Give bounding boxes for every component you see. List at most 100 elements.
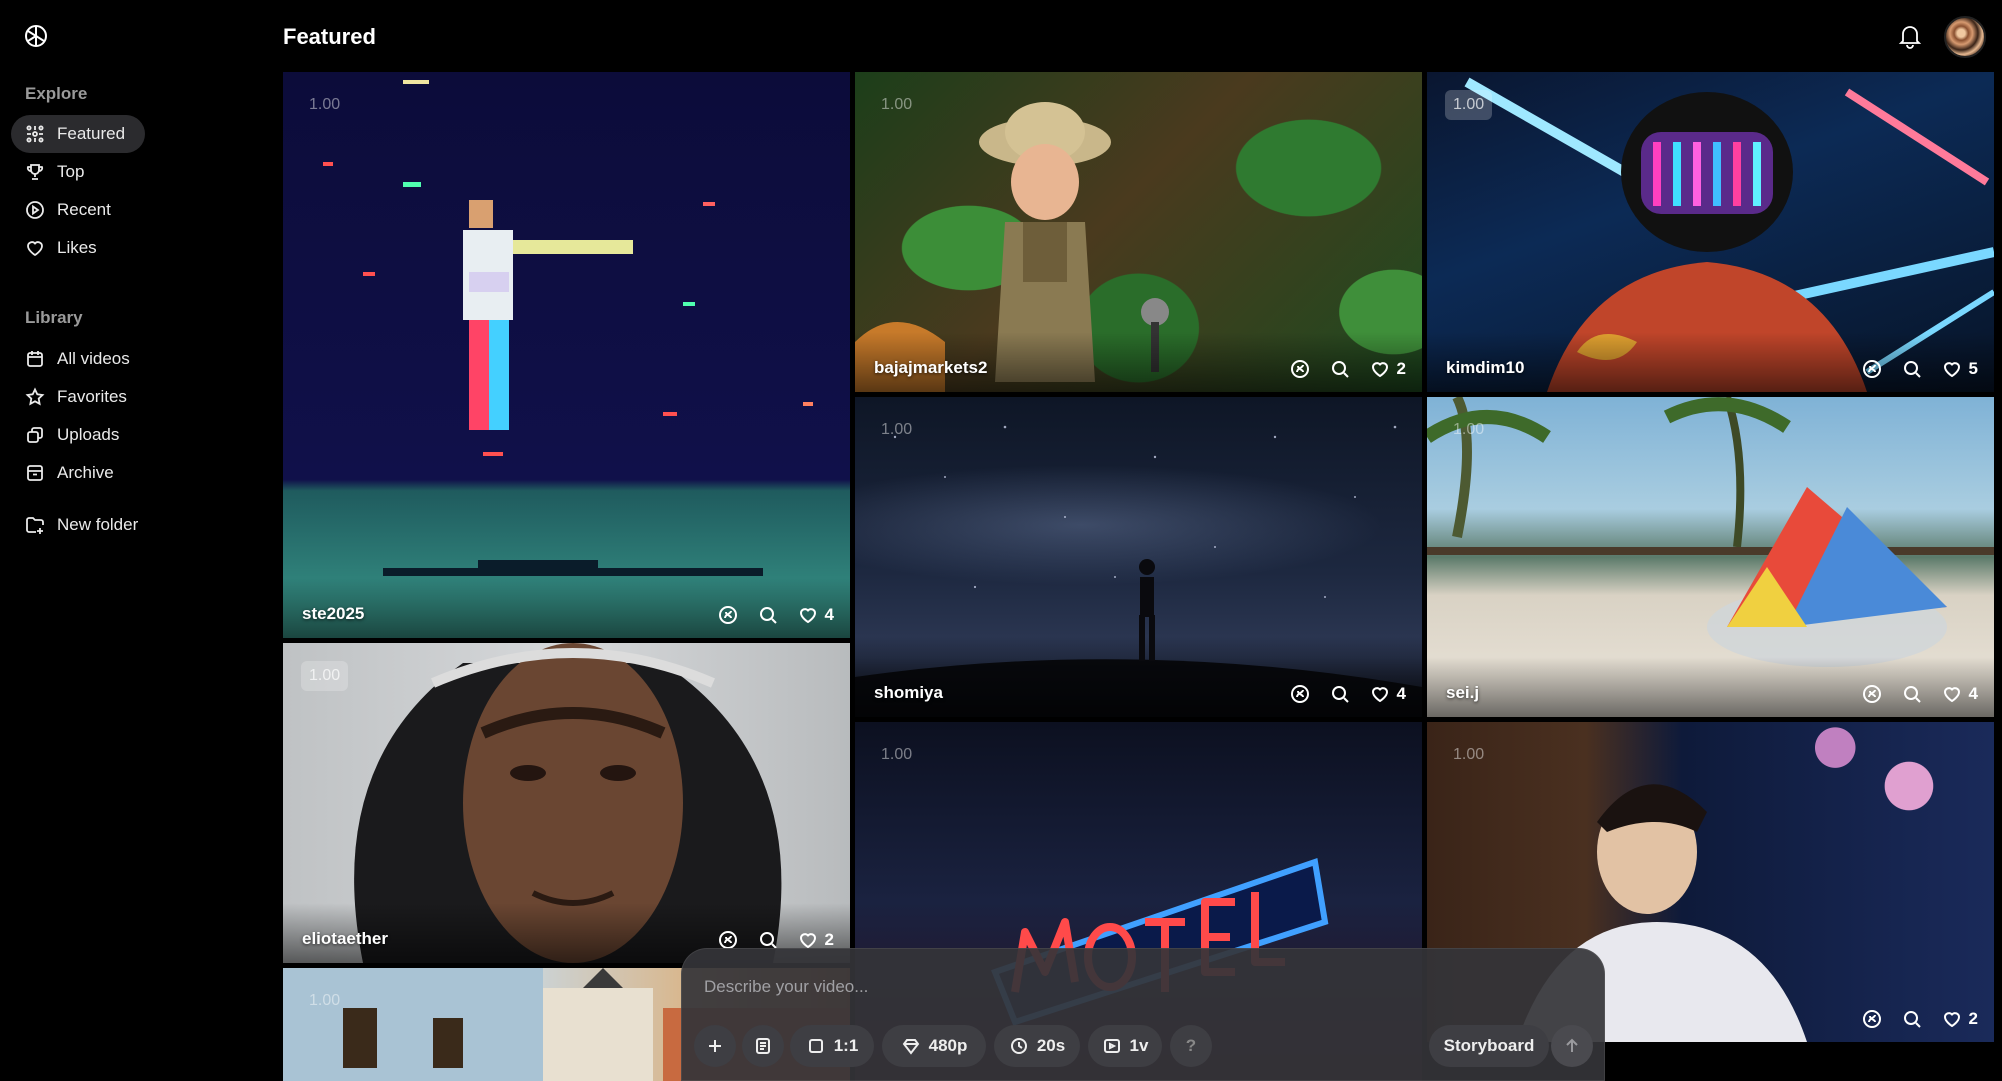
sidebar-item-recent[interactable]: Recent — [11, 191, 145, 229]
star-icon — [25, 387, 45, 407]
sidebar-item-label: Archive — [57, 463, 114, 482]
sidebar-item-featured[interactable]: Featured — [11, 115, 145, 153]
sidebar-item-all-videos[interactable]: All videos — [11, 340, 145, 378]
aspect-ratio-button[interactable]: 1:1 — [790, 1025, 874, 1067]
help-button[interactable]: ? — [1170, 1025, 1212, 1067]
remix-icon — [718, 606, 737, 624]
page-title: Featured — [283, 24, 376, 49]
clock-icon — [1010, 1038, 1027, 1054]
heart-icon — [1371, 687, 1388, 703]
search-button[interactable] — [1901, 358, 1923, 380]
remix-button[interactable] — [1861, 358, 1883, 380]
search-icon — [1903, 686, 1921, 703]
remix-button[interactable] — [1289, 358, 1311, 380]
remix-icon — [1862, 685, 1881, 703]
sidebar-item-label: Recent — [57, 200, 111, 219]
version-badge: 1.00 — [309, 96, 341, 113]
duration-button[interactable]: 20s — [994, 1025, 1080, 1067]
search-button[interactable] — [1901, 683, 1923, 705]
search-icon — [1903, 361, 1921, 378]
sidebar-item-label: Favorites — [57, 387, 127, 406]
video-card-shomiya[interactable]: 1.00 shomiya 4 — [855, 397, 1422, 717]
version-badge: 1.00 — [1445, 90, 1493, 120]
like-count: 4 — [1396, 684, 1406, 703]
sidebar-item-uploads[interactable]: Uploads — [11, 416, 145, 454]
video-card-sei-j[interactable]: 1.00 sei.j 4 — [1427, 397, 1994, 717]
like-button[interactable]: 4 — [1941, 683, 1978, 705]
video-author[interactable]: sei.j — [1446, 683, 1479, 703]
preset-button[interactable] — [742, 1025, 784, 1067]
remix-button[interactable] — [1861, 1008, 1883, 1030]
variations-button[interactable]: 1v — [1088, 1025, 1162, 1067]
aspect-ratio-value: 1:1 — [833, 1036, 859, 1055]
search-button[interactable] — [1329, 683, 1351, 705]
sidebar-item-favorites[interactable]: Favorites — [11, 378, 145, 416]
duration-value: 20s — [1036, 1036, 1066, 1055]
plus-icon — [709, 1040, 721, 1052]
heart-icon — [1371, 362, 1388, 378]
search-button[interactable] — [757, 604, 779, 626]
video-card-eliotaether[interactable]: 1.00 eliotaether 2 — [283, 643, 850, 963]
square-icon — [808, 1039, 823, 1053]
version-badge: 1.00 — [301, 661, 349, 691]
resolution-button[interactable]: 480p — [882, 1025, 986, 1067]
add-media-button[interactable] — [694, 1025, 736, 1067]
video-card-kimdim10[interactable]: 1.00 kimdim10 5 — [1427, 72, 1994, 392]
resolution-value: 480p — [928, 1036, 968, 1055]
heart-icon — [1943, 362, 1960, 378]
document-icon — [756, 1038, 770, 1054]
version-badge: 1.00 — [881, 421, 913, 438]
openai-logo-icon[interactable] — [22, 22, 50, 50]
remix-button[interactable] — [717, 604, 739, 626]
video-actions: 4 — [717, 604, 834, 626]
search-button[interactable] — [1901, 1008, 1923, 1030]
library-section-title: Library — [25, 308, 83, 327]
remix-icon — [1290, 360, 1309, 378]
like-button[interactable]: 2 — [1941, 1008, 1978, 1030]
heart-icon — [1943, 687, 1960, 703]
video-card-bajajmarkets2[interactable]: 1.00 bajajmarkets2 2 — [855, 72, 1422, 392]
search-icon — [1903, 1011, 1921, 1028]
heart-icon — [799, 608, 816, 624]
like-button[interactable]: 4 — [797, 604, 834, 626]
remix-button[interactable] — [1861, 683, 1883, 705]
video-actions: 2 — [1289, 358, 1406, 380]
prompt-input[interactable] — [704, 977, 1524, 997]
search-button[interactable] — [1329, 358, 1351, 380]
folder-plus-icon — [25, 515, 45, 535]
sparkle-icon — [25, 124, 45, 144]
like-count: 2 — [1968, 1009, 1978, 1028]
remix-icon — [1862, 360, 1881, 378]
video-author[interactable]: shomiya — [874, 683, 943, 703]
like-count: 5 — [1968, 359, 1978, 378]
archive-icon — [25, 463, 45, 483]
send-button[interactable] — [1551, 1025, 1593, 1067]
explore-section-title: Explore — [25, 84, 88, 103]
notification-bell-icon[interactable] — [1896, 22, 1924, 50]
video-author[interactable]: ste2025 — [302, 604, 364, 624]
upload-icon — [25, 425, 45, 445]
sidebar-item-top[interactable]: Top — [11, 153, 145, 191]
calendar-icon — [25, 349, 45, 369]
new-folder-label: New folder — [57, 515, 139, 534]
like-button[interactable]: 2 — [1369, 358, 1406, 380]
sidebar-item-label: Top — [57, 162, 85, 181]
video-author[interactable]: kimdim10 — [1446, 358, 1524, 378]
sidebar-item-likes[interactable]: Likes — [11, 229, 145, 267]
variations-value: 1v — [1129, 1036, 1149, 1055]
like-button[interactable]: 4 — [1369, 683, 1406, 705]
avatar[interactable] — [1944, 16, 1986, 58]
video-author[interactable]: bajajmarkets2 — [874, 358, 987, 378]
video-card-ste2025[interactable]: 1.00 ste2025 4 — [283, 72, 850, 638]
new-folder-button[interactable]: New folder — [11, 506, 171, 544]
like-button[interactable]: 5 — [1941, 358, 1978, 380]
remix-button[interactable] — [1289, 683, 1311, 705]
video-composer: 1:1 480p 20s 1v ? Storyboard — [681, 948, 1605, 1081]
storyboard-button[interactable]: Storyboard — [1429, 1025, 1549, 1067]
video-thumbnail — [283, 72, 850, 638]
sidebar-item-archive[interactable]: Archive — [11, 454, 145, 492]
diamond-icon — [902, 1039, 919, 1055]
sidebar-item-label: Featured — [57, 124, 126, 143]
version-badge: 1.00 — [1453, 746, 1485, 763]
video-author[interactable]: eliotaether — [302, 929, 388, 949]
